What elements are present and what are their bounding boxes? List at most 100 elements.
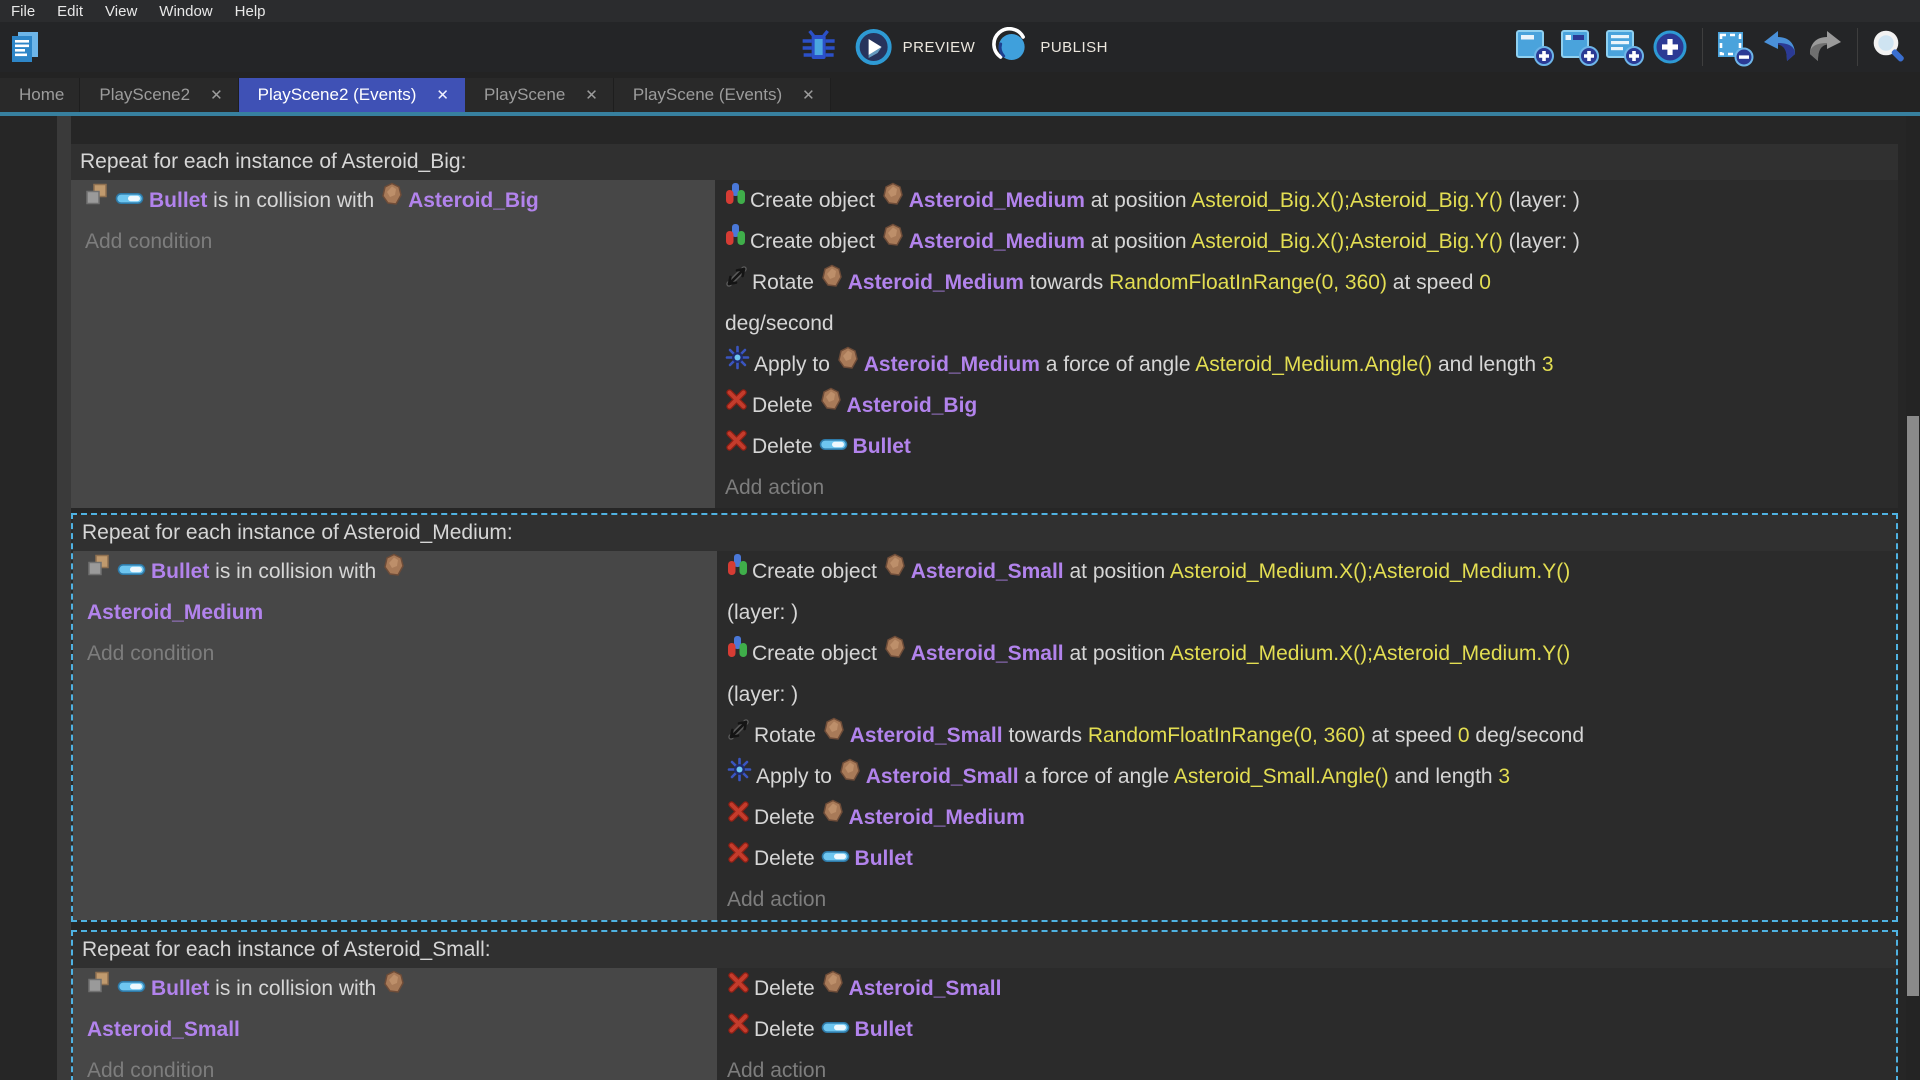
condition-row[interactable]: Bullet is in collision with Asteroid_Big (85, 180, 709, 221)
menu-window[interactable]: Window (148, 3, 223, 20)
object-name: Bullet (151, 977, 210, 1000)
action-row[interactable]: Apply to Asteroid_Medium a force of angl… (725, 344, 1892, 385)
instruction-text: a force of angle (1018, 765, 1174, 788)
event-block[interactable]: Repeat for each instance of Asteroid_Med… (71, 513, 1898, 922)
collision-icon (87, 550, 113, 591)
menu-edit[interactable]: Edit (46, 3, 94, 20)
asteroid-icon (819, 384, 843, 425)
play-circle-icon (854, 27, 894, 67)
tab-playscene[interactable]: PlayScene ✕ (465, 78, 614, 112)
remove-selection-icon[interactable] (1715, 27, 1755, 67)
action-row[interactable]: Delete Asteroid_Small (727, 968, 1890, 1009)
instruction-text: at position (1063, 642, 1170, 665)
events-top-spacer (71, 116, 1898, 144)
add-action-button[interactable]: Add action (725, 467, 1892, 508)
event-header[interactable]: Repeat for each instance of Asteroid_Sma… (73, 932, 1896, 968)
instruction-text: towards (1002, 724, 1088, 747)
condition-row[interactable]: Bullet is in collision with (87, 551, 711, 592)
bullet-icon (117, 967, 147, 1008)
asteroid-icon (382, 550, 406, 591)
add-circle-icon[interactable] (1650, 27, 1690, 67)
add-condition-button[interactable]: Add condition (85, 221, 709, 262)
action-row[interactable]: Delete Bullet (727, 838, 1890, 879)
tab-label: PlayScene (484, 85, 566, 104)
tab-playscene-events[interactable]: PlayScene (Events) ✕ (613, 78, 831, 112)
publish-button[interactable]: PUBLISH (991, 27, 1108, 67)
toolbar-right (1515, 27, 1920, 67)
toolbar-separator (1857, 28, 1858, 66)
action-row[interactable]: Rotate Asteroid_Small towards RandomFloa… (727, 715, 1890, 756)
object-name: Asteroid_Medium (847, 271, 1024, 294)
action-row[interactable]: (layer: ) (727, 592, 1890, 633)
add-event-icon[interactable] (1515, 27, 1555, 67)
condition-row[interactable]: Asteroid_Medium (87, 592, 711, 633)
add-condition-button[interactable]: Add condition (87, 1050, 711, 1080)
tab-close-icon[interactable]: ✕ (436, 86, 449, 104)
search-icon[interactable] (1870, 28, 1908, 66)
undo-icon[interactable] (1760, 27, 1800, 67)
menu-help[interactable]: Help (224, 3, 277, 20)
redo-icon[interactable] (1805, 27, 1845, 67)
actions-column: Create object Asteroid_Medium at positio… (715, 180, 1898, 508)
event-header[interactable]: Repeat for each instance of Asteroid_Med… (73, 515, 1896, 551)
action-row[interactable]: Create object Asteroid_Medium at positio… (725, 180, 1892, 221)
project-manager-icon[interactable] (8, 30, 42, 64)
object-name: Asteroid_Small (910, 560, 1064, 583)
create-icon (727, 550, 748, 591)
instruction-text: Rotate (754, 724, 822, 747)
object-name: Bullet (151, 560, 210, 583)
action-row[interactable]: Rotate Asteroid_Medium towards RandomFlo… (725, 262, 1892, 303)
action-row[interactable]: Delete Bullet (725, 426, 1892, 467)
instruction-text: Apply to (756, 765, 838, 788)
instruction-text: a force of angle (1039, 353, 1196, 376)
add-condition-button[interactable]: Add condition (87, 633, 711, 674)
scrollbar-thumb[interactable] (1907, 416, 1919, 996)
instruction-text: towards (1023, 271, 1110, 294)
action-row[interactable]: deg/second (725, 303, 1892, 344)
menu-file[interactable]: File (0, 3, 46, 20)
tab-close-icon[interactable]: ✕ (210, 86, 223, 104)
conditions-column: Bullet is in collision with Asteroid_Med… (73, 551, 717, 920)
tab-label: Home (19, 85, 65, 104)
expression-text: RandomFloatInRange(0, 360) (1109, 271, 1387, 294)
add-action-button[interactable]: Add action (727, 1050, 1890, 1080)
tab-playscene2-events[interactable]: PlayScene2 (Events) ✕ (238, 78, 465, 112)
instruction-text: Delete (754, 1018, 821, 1041)
action-row[interactable]: Create object Asteroid_Small at position… (727, 633, 1890, 674)
tab-home[interactable]: Home (0, 78, 81, 112)
object-name: Asteroid_Small (848, 977, 1002, 1000)
event-body: Bullet is in collision with Asteroid_Sma… (73, 968, 1896, 1080)
tab-label: PlayScene2 (Events) (257, 85, 417, 104)
menu-view[interactable]: View (94, 3, 148, 20)
asteroid-icon (380, 179, 404, 220)
object-name: Asteroid_Medium (863, 353, 1040, 376)
condition-row[interactable]: Asteroid_Small (87, 1009, 711, 1050)
action-row[interactable]: Create object Asteroid_Small at position… (727, 551, 1890, 592)
scrollbar-track[interactable] (1906, 116, 1920, 1080)
action-row[interactable]: Delete Asteroid_Medium (727, 797, 1890, 838)
condition-row[interactable]: Bullet is in collision with (87, 968, 711, 1009)
action-row[interactable]: Apply to Asteroid_Small a force of angle… (727, 756, 1890, 797)
add-comment-icon[interactable] (1605, 27, 1645, 67)
instruction-text: at position (1084, 230, 1192, 253)
tab-playscene2[interactable]: PlayScene2 ✕ (80, 78, 239, 112)
tab-close-icon[interactable]: ✕ (802, 86, 815, 104)
instruction-text: Create object (752, 642, 883, 665)
actions-column: Delete Asteroid_Small Delete Bullet Add ac… (717, 968, 1896, 1080)
add-subevent-icon[interactable] (1560, 27, 1600, 67)
action-row[interactable]: Create object Asteroid_Medium at positio… (725, 221, 1892, 262)
instruction-text: at speed (1365, 724, 1458, 747)
event-block[interactable]: Repeat for each instance of Asteroid_Sma… (71, 930, 1898, 1080)
object-name: Asteroid_Medium (848, 806, 1025, 829)
action-row[interactable]: Delete Bullet (727, 1009, 1890, 1050)
debugger-icon[interactable] (800, 28, 838, 66)
action-row[interactable]: Delete Asteroid_Big (725, 385, 1892, 426)
event-header[interactable]: Repeat for each instance of Asteroid_Big… (71, 144, 1898, 180)
action-row[interactable]: (layer: ) (727, 674, 1890, 715)
tab-close-icon[interactable]: ✕ (585, 86, 598, 104)
event-block[interactable]: Repeat for each instance of Asteroid_Big… (71, 144, 1898, 508)
add-action-button[interactable]: Add action (727, 879, 1890, 920)
instruction-text: (layer: ) (727, 683, 799, 706)
asteroid-icon (836, 343, 860, 384)
preview-button[interactable]: PREVIEW (854, 27, 976, 67)
